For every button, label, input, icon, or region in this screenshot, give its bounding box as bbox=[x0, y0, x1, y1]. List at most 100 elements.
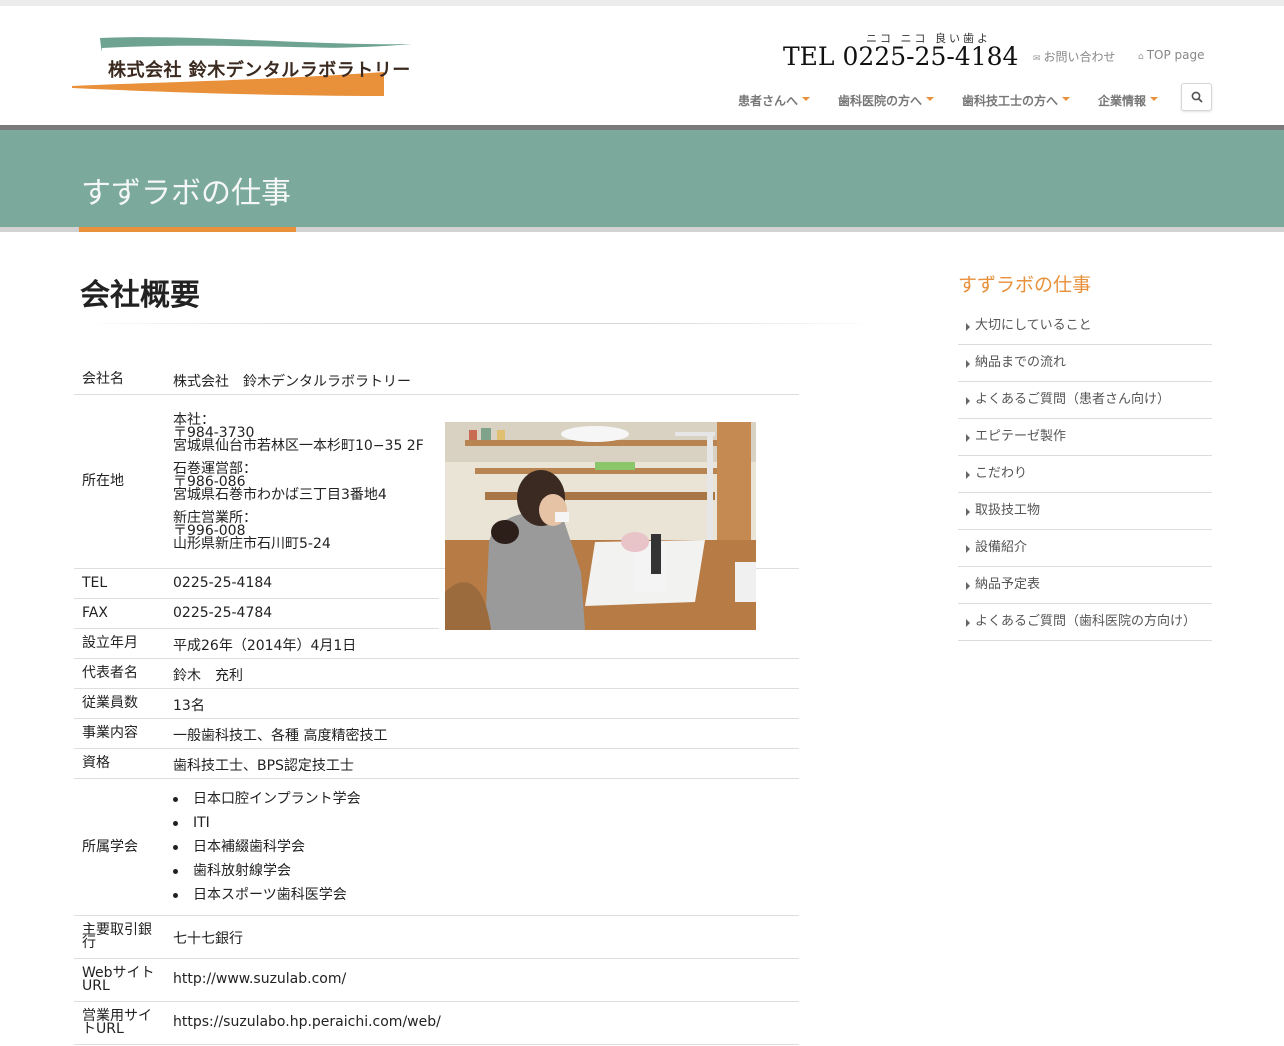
banner-title: すずラボの仕事 bbox=[81, 176, 291, 211]
home-icon: ⌂ bbox=[1138, 52, 1144, 62]
office-address: 宮城県石巻市わかば三丁目3番地4 bbox=[173, 487, 387, 503]
tel-number[interactable]: TEL 0225-25-4184 bbox=[783, 42, 1018, 71]
sidebar-item-commitment[interactable]: こだわり bbox=[958, 456, 1212, 493]
row-label: 事業内容 bbox=[82, 725, 138, 741]
society-list: 日本口腔インプラント学会 ITI 日本補綴歯科学会 歯科放射線学会 日本スポーツ… bbox=[173, 787, 361, 907]
chevron-down-icon bbox=[802, 97, 811, 101]
table-row-website: WebサイトURL http://www.suzulab.com/ bbox=[74, 959, 799, 1002]
list-item: ITI bbox=[173, 811, 361, 835]
row-value: 平成26年（2014年）4月1日 bbox=[173, 638, 357, 654]
sidebar-item-label: 納品予定表 bbox=[975, 577, 1041, 592]
search-button[interactable] bbox=[1181, 83, 1212, 111]
nav-company-label: 企業情報 bbox=[1098, 94, 1147, 108]
row-value: 株式会社 鈴木デンタルラボラトリー bbox=[173, 374, 411, 390]
address-list: 本社： 〒984-3730 宮城県仙台市若林区一本杉町10−35 2F 石巻運営… bbox=[173, 413, 424, 561]
top-page-link-label: TOP page bbox=[1146, 48, 1205, 62]
logo-text: 株式会社 鈴木デンタルラボラトリー bbox=[108, 60, 411, 81]
row-value: 0225-25-4784 bbox=[173, 605, 273, 621]
sidebar-item-label: 取扱技工物 bbox=[975, 503, 1041, 518]
row-label: FAX bbox=[82, 605, 108, 621]
sidebar-item-label: よくあるご質問（患者さん向け） bbox=[975, 392, 1171, 407]
office-address: 山形県新庄市石川町5-24 bbox=[173, 536, 331, 552]
sidebar-item-equipment[interactable]: 設備紹介 bbox=[958, 530, 1212, 567]
sidebar-item-label: 大切にしていること bbox=[975, 318, 1092, 333]
row-label: 営業用サイトURL bbox=[82, 1008, 152, 1037]
search-icon bbox=[1191, 91, 1203, 103]
caret-right-icon bbox=[966, 582, 970, 590]
caret-right-icon bbox=[966, 434, 970, 442]
sidebar-item-label: 設備紹介 bbox=[975, 540, 1028, 555]
caret-right-icon bbox=[966, 508, 970, 516]
sidebar-item-faq-clinics[interactable]: よくあるご質問（歯科医院の方向け） bbox=[958, 604, 1212, 641]
sidebar-title: すずラボの仕事 bbox=[958, 274, 1092, 296]
list-item: 日本口腔インプラント学会 bbox=[173, 787, 361, 811]
sidebar-item-delivery-schedule[interactable]: 納品予定表 bbox=[958, 567, 1212, 604]
caret-right-icon bbox=[966, 471, 970, 479]
nav-dental-clinics[interactable]: 歯科医院の方へ bbox=[838, 92, 935, 109]
chevron-down-icon bbox=[1062, 97, 1071, 101]
sidebar-nav: 大切にしていること 納品までの流れ よくあるご質問（患者さん向け） エピテーゼ製… bbox=[958, 308, 1212, 641]
envelope-icon: ✉ bbox=[1033, 54, 1041, 64]
caret-right-icon bbox=[966, 397, 970, 405]
nav-technicians-label: 歯科技工士の方へ bbox=[962, 94, 1059, 108]
nav-patients-label: 患者さんへ bbox=[738, 94, 799, 108]
caret-right-icon bbox=[966, 619, 970, 627]
contact-link[interactable]: ✉ お問い合わせ bbox=[1033, 48, 1116, 65]
sidebar-item-epithesis[interactable]: エピテーゼ製作 bbox=[958, 419, 1212, 456]
nav-technicians[interactable]: 歯科技工士の方へ bbox=[962, 92, 1071, 109]
row-label: 設立年月 bbox=[82, 635, 138, 651]
table-row-founded: 設立年月 平成26年（2014年）4月1日 bbox=[74, 629, 799, 659]
banner-accent-bar bbox=[79, 227, 296, 232]
site-header: 株式会社 鈴木デンタルラボラトリー ニコ ニコ 良い歯よ TEL 0225-25… bbox=[0, 6, 1284, 125]
row-value: 13名 bbox=[173, 698, 205, 714]
office-head: 本社： 〒984-3730 宮城県仙台市若林区一本杉町10−35 2F bbox=[173, 413, 424, 454]
sidebar-item-values[interactable]: 大切にしていること bbox=[958, 308, 1212, 345]
sidebar-item-products[interactable]: 取扱技工物 bbox=[958, 493, 1212, 530]
sidebar-item-label: よくあるご質問（歯科医院の方向け） bbox=[975, 614, 1197, 629]
sidebar-item-faq-patients[interactable]: よくあるご質問（患者さん向け） bbox=[958, 382, 1212, 419]
chevron-down-icon bbox=[1150, 97, 1159, 101]
row-label: WebサイトURL bbox=[82, 965, 155, 994]
table-row-license: 資格 歯科技工士、BPS認定技工士 bbox=[74, 749, 799, 779]
sidebar-item-label: エピテーゼ製作 bbox=[975, 429, 1067, 444]
table-row-sales-site: 営業用サイトURL https://suzulabo.hp.peraichi.c… bbox=[74, 1002, 799, 1045]
row-value: 七十七銀行 bbox=[173, 931, 243, 947]
office-shinjo: 新庄営業所： 〒996-008 山形県新庄市石川町5-24 bbox=[173, 511, 424, 552]
row-label: 会社名 bbox=[82, 371, 124, 387]
title-divider bbox=[80, 323, 880, 324]
site-logo[interactable]: 株式会社 鈴木デンタルラボラトリー bbox=[72, 36, 414, 106]
top-page-link[interactable]: ⌂ TOP page bbox=[1138, 48, 1205, 62]
office-address: 宮城県仙台市若林区一本杉町10−35 2F bbox=[173, 438, 424, 454]
nav-dental-clinics-label: 歯科医院の方へ bbox=[838, 94, 923, 108]
table-row-employees: 従業員数 13名 bbox=[74, 689, 799, 719]
row-label: 従業員数 bbox=[82, 695, 138, 711]
contact-link-label: お問い合わせ bbox=[1043, 50, 1116, 64]
page-title: 会社概要 bbox=[80, 278, 200, 313]
page-banner: すずラボの仕事 bbox=[0, 130, 1284, 227]
list-item: 日本スポーツ歯科医学会 bbox=[173, 883, 361, 907]
sidebar-item-delivery-flow[interactable]: 納品までの流れ bbox=[958, 345, 1212, 382]
table-row-societies: 所属学会 日本口腔インプラント学会 ITI 日本補綴歯科学会 歯科放射線学会 日… bbox=[74, 779, 799, 916]
sidebar-item-label: こだわり bbox=[975, 466, 1028, 481]
nav-patients[interactable]: 患者さんへ bbox=[738, 92, 811, 109]
row-value: 一般歯科技工、各種 高度精密技工 bbox=[173, 728, 388, 744]
technician-at-desk-image bbox=[445, 422, 756, 630]
table-row-fax: FAX 0225-25-4784 bbox=[74, 599, 439, 629]
table-row-representative: 代表者名 鈴木 充利 bbox=[74, 659, 799, 689]
row-label: 資格 bbox=[82, 755, 110, 771]
workshop-photo bbox=[445, 422, 756, 630]
caret-right-icon bbox=[966, 360, 970, 368]
list-item: 日本補綴歯科学会 bbox=[173, 835, 361, 859]
list-item: 歯科放射線学会 bbox=[173, 859, 361, 883]
row-label: 所属学会 bbox=[82, 839, 138, 855]
caret-right-icon bbox=[966, 545, 970, 553]
sales-site-link[interactable]: https://suzulabo.hp.peraichi.com/web/ bbox=[173, 1014, 441, 1030]
nav-company[interactable]: 企業情報 bbox=[1098, 92, 1159, 109]
row-value: 0225-25-4184 bbox=[173, 575, 273, 591]
row-value: 鈴木 充利 bbox=[173, 668, 243, 684]
sidebar-item-label: 納品までの流れ bbox=[975, 355, 1067, 370]
office-ishinomaki: 石巻運営部： 〒986-086 宮城県石巻市わかば三丁目3番地4 bbox=[173, 462, 424, 503]
row-value: 歯科技工士、BPS認定技工士 bbox=[173, 758, 354, 774]
website-link[interactable]: http://www.suzulab.com/ bbox=[173, 971, 346, 987]
caret-right-icon bbox=[966, 323, 970, 331]
